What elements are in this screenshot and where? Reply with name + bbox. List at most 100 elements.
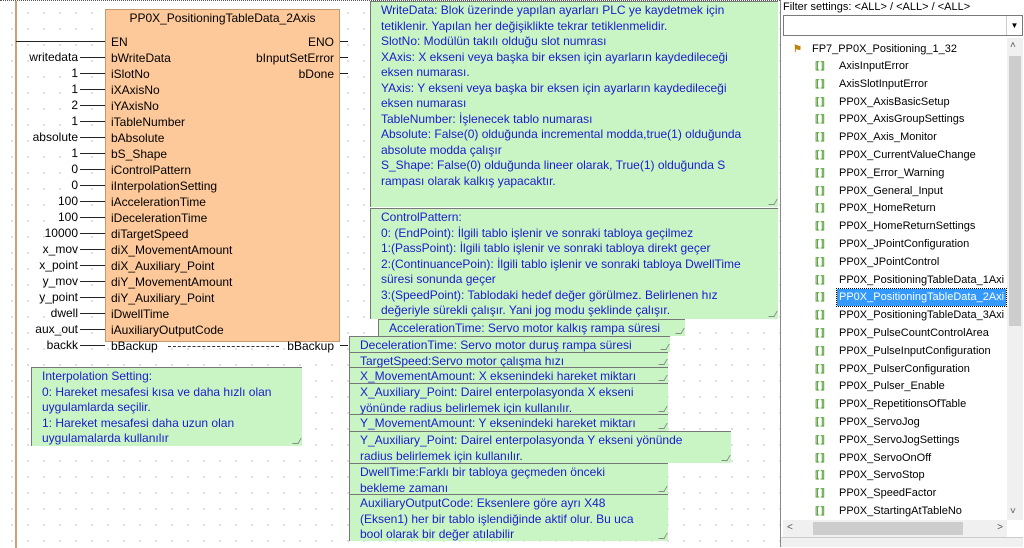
output-wire <box>340 57 348 58</box>
tree-item[interactable]: PP0X_PositioningTableData_3Axi <box>837 307 1006 324</box>
vertical-scrollbar[interactable]: ˄ ˅ <box>1007 38 1023 520</box>
tree-item[interactable]: PP0X_PulseCountControlArea <box>837 325 991 342</box>
scroll-left-icon[interactable]: < <box>787 520 793 536</box>
comment-acceleration[interactable]: AccelerationTime: Servo motor kalkış ram… <box>378 319 685 336</box>
scroll-down-icon[interactable]: ˅ <box>1010 504 1016 520</box>
comment-line: WriteData: Blok üzerinde yapılan ayarlar… <box>381 3 725 17</box>
tree-item[interactable]: PP0X_ServoOnOff <box>837 450 933 467</box>
input-wire <box>80 137 105 138</box>
comment-line: SlotNo: Modülün takılı olduğu slot numra… <box>381 34 607 48</box>
comment-line: uygulamlarda seçilir. <box>42 400 151 414</box>
filter-combobox[interactable]: ▼ <box>783 15 1023 36</box>
scroll-right-icon[interactable]: > <box>997 520 1003 536</box>
tree-item[interactable]: PP0X_Error_Warning <box>837 165 946 182</box>
tree-item[interactable]: PP0X_General_Input <box>837 183 945 200</box>
comment-line: XAxis: X ekseni veya başka bir eksen içi… <box>381 49 728 64</box>
input-variable[interactable]: aux_out <box>0 321 78 337</box>
horizontal-scrollbar[interactable]: < > <box>783 520 1007 537</box>
comment-interpolation[interactable]: Interpolation Setting: 0: Hareket mesafes… <box>31 367 302 446</box>
comment-y-movement[interactable]: Y_MovementAmount: Y eksenindeki hareket … <box>349 414 668 431</box>
input-variable[interactable]: dwell <box>0 305 78 321</box>
tree-item[interactable]: PP0X_RepetitionsOfTable <box>837 396 968 413</box>
comment-aux-output[interactable]: AuxiliaryOutputCode: Eksenlere göre ayrı… <box>349 494 668 541</box>
vertical-scroll-thumb[interactable] <box>1009 56 1021 326</box>
input-pin: diTargetSpeed <box>111 227 189 241</box>
tree-item[interactable]: PP0X_PulserConfiguration <box>837 361 972 378</box>
input-pin: EN <box>111 35 128 49</box>
input-wire <box>80 201 105 202</box>
comment-main[interactable]: WriteData: Blok üzerinde yapılan ayarlar… <box>370 1 778 207</box>
inout-output-pin: bBackup <box>287 339 334 353</box>
tree-item[interactable]: PP0X_StartingAtTableNo <box>837 503 964 520</box>
tree-item[interactable]: PP0X_AxisBasicSetup <box>837 94 952 111</box>
comment-dwell[interactable]: DwellTime:Farklı bir tabloya geçmeden ön… <box>349 463 668 495</box>
comment-line: eksen numarası <box>381 96 467 110</box>
input-wire <box>80 297 105 298</box>
library-tree[interactable]: ⚑ FP7_PP0X_Positioning_1_32 ⟦⟧ AxisInputE… <box>783 38 1008 520</box>
function-block-title: PP0X_PositioningTableData_2Axis <box>129 11 316 25</box>
comment-x-movement[interactable]: X_MovementAmount: X eksenindeki hareket … <box>349 367 668 383</box>
tree-item[interactable]: PP0X_HomeReturn <box>837 200 938 217</box>
tree-item[interactable]: PP0X_JPointControl <box>837 254 941 271</box>
input-variable[interactable]: 2 <box>0 97 78 113</box>
input-variable[interactable]: 0 <box>0 161 78 177</box>
comment-line: X_Auxiliary_Point: Dairel enterpolasyond… <box>360 385 634 399</box>
comment-target-speed[interactable]: TargetSpeed:Servo motor çalışma hızı <box>349 352 668 368</box>
function-block-icon: ⟦⟧ <box>815 114 825 126</box>
tree-item[interactable]: PP0X_ServoStop <box>837 467 927 484</box>
input-variable[interactable]: x_point <box>0 257 78 273</box>
tree-item[interactable]: PP0X_JPointConfiguration <box>837 236 971 253</box>
comment-line: 2:(ContinuancePoin): İlgili tablo işleni… <box>381 256 741 271</box>
input-variable[interactable]: absolute <box>0 129 78 145</box>
tree-item[interactable]: PP0X_SpeedFactor <box>837 485 938 502</box>
input-variable[interactable]: y_point <box>0 289 78 305</box>
function-block-icon: ⟦⟧ <box>815 221 825 233</box>
comment-x-auxiliary[interactable]: X_Auxiliary_Point: Dairel enterpolasyond… <box>349 383 668 415</box>
comment-line: (Eksen1) her bir tablo işlendiğinde akti… <box>360 511 634 526</box>
tree-item[interactable]: PP0X_Pulser_Enable <box>837 378 947 395</box>
input-wire <box>80 345 105 346</box>
comment-deceleration[interactable]: DecelerationTime: Servo motor duruş ramp… <box>349 336 670 352</box>
input-variable[interactable]: writedata <box>0 49 78 65</box>
function-block-icon: ⟦⟧ <box>815 363 825 375</box>
input-variable[interactable]: 1 <box>0 113 78 129</box>
tree-item[interactable]: PP0X_AxisGroupSettings <box>837 111 966 128</box>
input-variable[interactable]: 100 <box>0 209 78 225</box>
tree-item[interactable]: PP0X_Axis_Monitor <box>837 129 939 146</box>
input-pin: iXAxisNo <box>111 83 160 97</box>
input-variable[interactable]: 10000 <box>0 225 78 241</box>
comment-control-pattern[interactable]: ControlPattern: 0: (EndPoint): İlgili tab… <box>370 208 778 319</box>
input-pin: bS_Shape <box>111 147 168 161</box>
horizontal-scroll-thumb[interactable] <box>813 522 963 535</box>
tree-item[interactable]: PP0X_HomeReturnSettings <box>837 218 977 235</box>
input-variable[interactable]: y_mov <box>0 273 78 289</box>
tree-item[interactable]: PP0X_PositioningTableData_1Axi <box>837 272 1006 289</box>
function-block-icon: ⟦⟧ <box>815 417 825 428</box>
tree-root[interactable]: FP7_PP0X_Positioning_1_32 <box>810 41 959 58</box>
comment-y-auxiliary[interactable]: Y_Auxiliary_Point: Dairel enterpolasyond… <box>349 431 731 463</box>
input-variable[interactable]: 1 <box>0 145 78 161</box>
tree-item[interactable]: PP0X_CurrentValueChange <box>837 147 978 164</box>
chevron-down-icon[interactable]: ▼ <box>1006 16 1022 35</box>
tree-item[interactable]: PP0X_PulseInputConfiguration <box>837 343 993 360</box>
tree-item[interactable]: AxisInputError <box>837 58 911 75</box>
tree-item[interactable]: AxisSlotInputError <box>837 76 930 93</box>
tree-item[interactable]: PP0X_ServoJogSettings <box>837 432 961 449</box>
tree-item[interactable]: PP0X_PositioningTableData_2Axi <box>835 288 1008 308</box>
input-pin: iTableNumber <box>111 115 186 129</box>
ladder-editor-canvas[interactable]: PP0X_PositioningTableData_2Axis EN bWrite… <box>0 0 780 548</box>
input-pin: diY_MovementAmount <box>111 275 233 289</box>
comment-line: AuxiliaryOutputCode: Eksenlere göre ayrı… <box>360 496 606 510</box>
function-block[interactable]: PP0X_PositioningTableData_2Axis EN bWrite… <box>105 9 340 353</box>
scroll-up-icon[interactable]: ˄ <box>1010 38 1016 54</box>
input-variable[interactable]: x_mov <box>0 241 78 257</box>
tree-item[interactable]: PP0X_ServoJog <box>837 414 922 431</box>
input-variable[interactable]: 0 <box>0 177 78 193</box>
input-variable[interactable]: 1 <box>0 65 78 81</box>
comment-line: rampası olarak kalkış yapacaktır. <box>381 173 556 188</box>
comment-line: değeriyle sürekli çalışır. Yani jog modu… <box>381 303 671 317</box>
output-wire <box>340 41 348 42</box>
input-variable[interactable]: 1 <box>0 81 78 97</box>
input-variable[interactable]: backk <box>0 337 78 353</box>
input-variable[interactable]: 100 <box>0 193 78 209</box>
